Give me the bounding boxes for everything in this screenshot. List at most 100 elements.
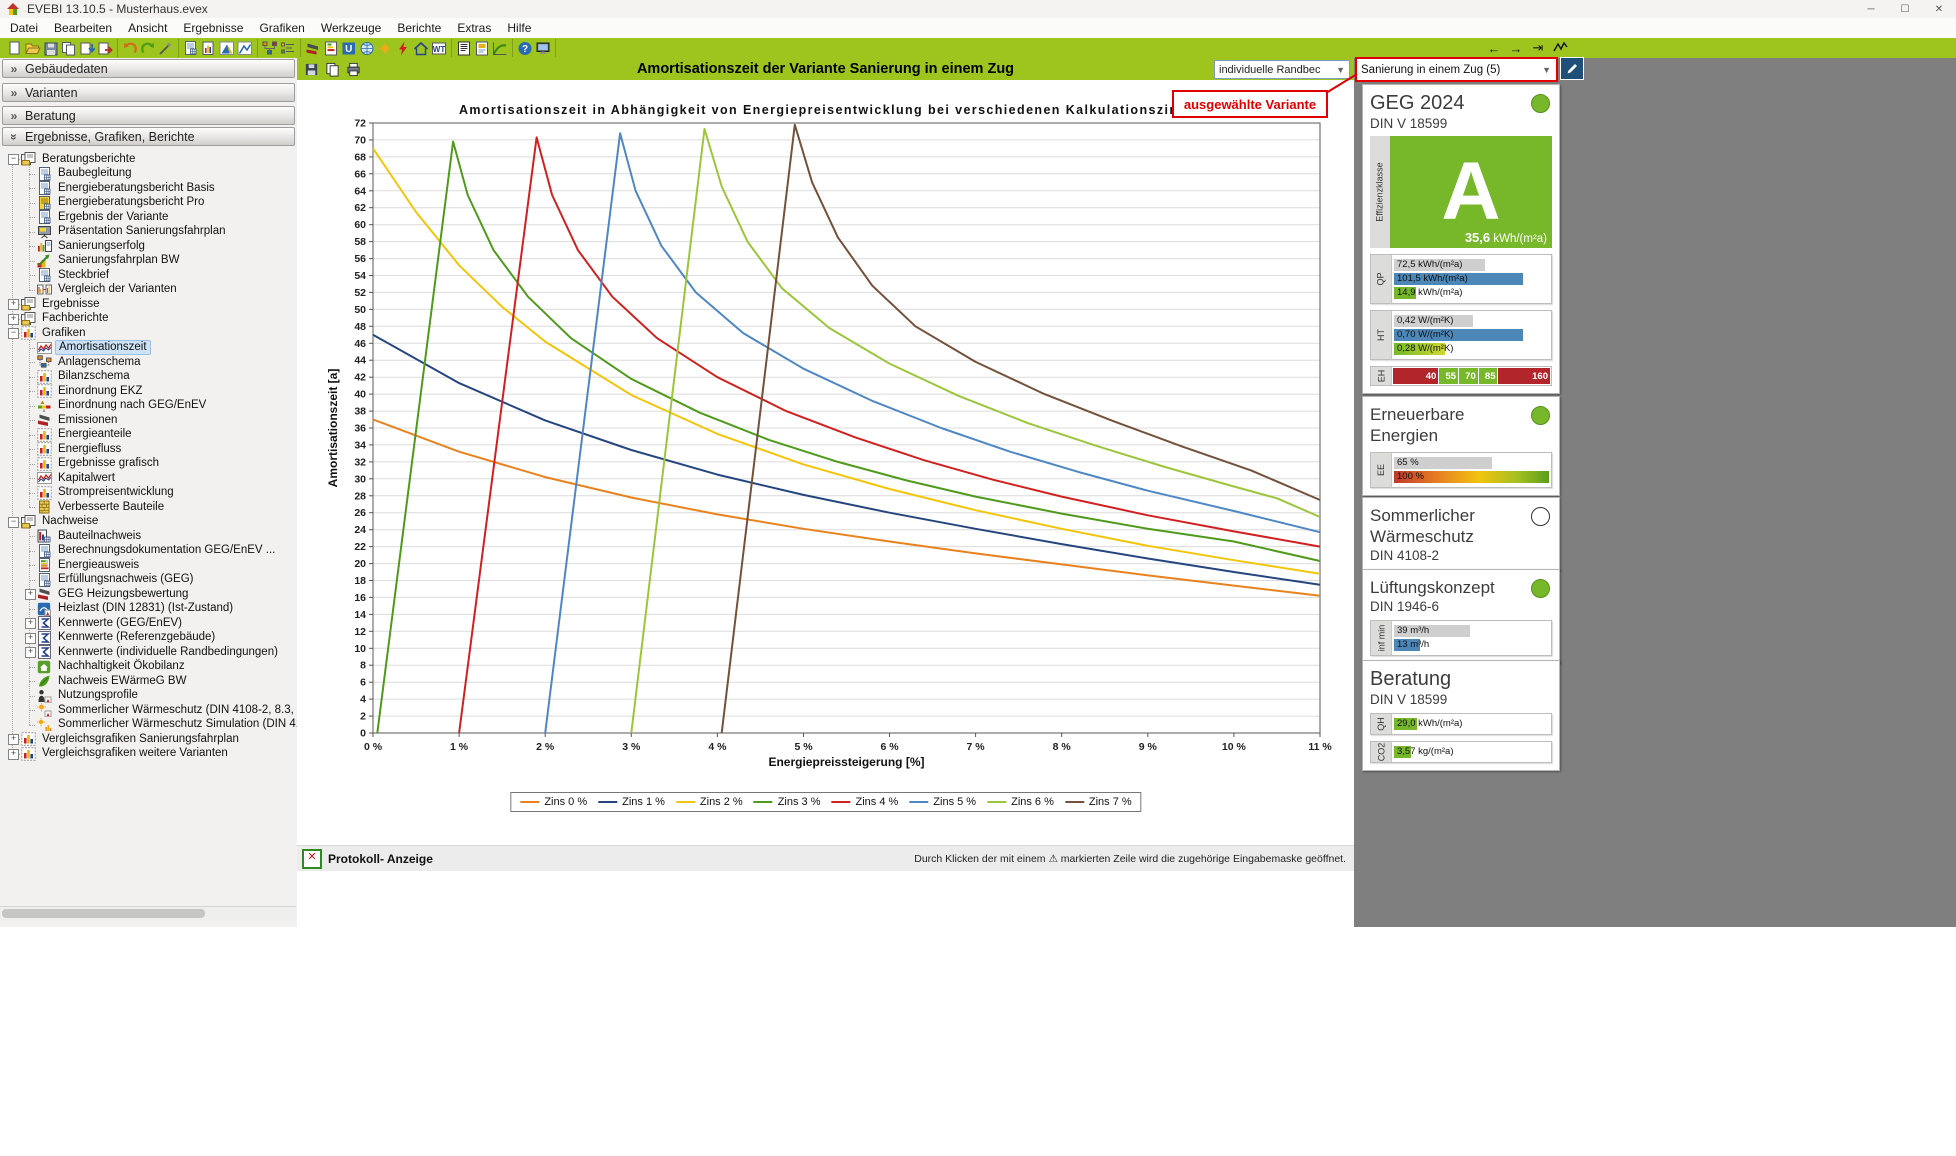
- tree-item[interactable]: Verbesserte Bauteile: [0, 500, 297, 515]
- back-arrow-icon[interactable]: ←: [1486, 41, 1502, 56]
- solar-icon[interactable]: [376, 40, 394, 57]
- structure-list-icon[interactable]: [279, 40, 297, 57]
- open-folder-icon[interactable]: [24, 40, 42, 57]
- expand-plus-icon[interactable]: +: [8, 299, 19, 310]
- menu-item-hilfe[interactable]: Hilfe: [499, 19, 539, 37]
- minimize-button[interactable]: ─: [1854, 0, 1888, 18]
- sidebar-section-ergebnisse-grafiken-berichte[interactable]: »Ergebnisse, Grafiken, Berichte: [2, 127, 295, 146]
- monitor-icon[interactable]: [534, 40, 552, 57]
- scrollbar-thumb[interactable]: [2, 909, 205, 918]
- energy-certificate-icon[interactable]: [322, 40, 340, 57]
- jump-arrow-icon[interactable]: ⇥: [1530, 40, 1546, 56]
- menu-item-extras[interactable]: Extras: [449, 19, 499, 37]
- heat-bridge-icon[interactable]: WT: [430, 40, 448, 57]
- tree-item[interactable]: Emissionen: [0, 413, 297, 428]
- tree-item[interactable]: Kapitalwert: [0, 471, 297, 486]
- undo-icon[interactable]: [121, 40, 139, 57]
- report-document-icon[interactable]: [182, 40, 200, 57]
- expand-plus-icon[interactable]: +: [25, 647, 36, 658]
- chart-blue-icon[interactable]: [218, 40, 236, 57]
- tree-item[interactable]: Ergebnis der Variante: [0, 210, 297, 225]
- curve-icon[interactable]: [1552, 41, 1568, 56]
- tree-item[interactable]: Bilanzschema: [0, 370, 297, 385]
- protocol-document-icon[interactable]: [455, 40, 473, 57]
- tree-item[interactable]: Sanierungserfolg: [0, 239, 297, 254]
- sidebar-section-varianten[interactable]: »Varianten: [2, 83, 295, 102]
- tree-item[interactable]: Baubegleitung: [0, 167, 297, 182]
- colored-document-icon[interactable]: [473, 40, 491, 57]
- emissions-icon[interactable]: [304, 40, 322, 57]
- tree-item[interactable]: Bauteilnachweis: [0, 529, 297, 544]
- save-copy-icon[interactable]: [60, 40, 78, 57]
- tree-item[interactable]: Anlagenschema: [0, 355, 297, 370]
- tree-item[interactable]: +Kennwerte (individuelle Randbedingungen…: [0, 645, 297, 660]
- tree-item[interactable]: −Nachweise: [0, 515, 297, 530]
- tree-item[interactable]: +Vergleichsgrafiken weitere Varianten: [0, 747, 297, 762]
- report-chart-icon[interactable]: [200, 40, 218, 57]
- heating-icon[interactable]: [394, 40, 412, 57]
- tree-item[interactable]: +Ergebnisse: [0, 297, 297, 312]
- tree-item[interactable]: Energieausweis: [0, 558, 297, 573]
- tree-item[interactable]: Vergleich der Varianten: [0, 283, 297, 298]
- collapse-minus-icon[interactable]: −: [8, 517, 19, 528]
- tree-item[interactable]: Sommerlicher Wärmeschutz (DIN 4108-2, 8.…: [0, 703, 297, 718]
- menu-item-datei[interactable]: Datei: [2, 19, 46, 37]
- expand-plus-icon[interactable]: +: [8, 734, 19, 745]
- save-icon[interactable]: [42, 40, 60, 57]
- variant-dropdown[interactable]: Sanierung in einem Zug (5) ▼: [1357, 61, 1556, 78]
- tree-item[interactable]: +Vergleichsgrafiken Sanierungsfahrplan: [0, 732, 297, 747]
- menu-item-werkzeuge[interactable]: Werkzeuge: [313, 19, 389, 37]
- menu-item-ergebnisse[interactable]: Ergebnisse: [175, 19, 251, 37]
- building-icon[interactable]: [412, 40, 430, 57]
- tree-item[interactable]: Präsentation Sanierungsfahrplan: [0, 225, 297, 240]
- tree-item[interactable]: Berechnungsdokumentation GEG/EnEV ...: [0, 544, 297, 559]
- u-value-icon[interactable]: U: [340, 40, 358, 57]
- web-globe-icon[interactable]: [358, 40, 376, 57]
- menu-item-ansicht[interactable]: Ansicht: [120, 19, 175, 37]
- edit-variant-button[interactable]: [1560, 57, 1584, 80]
- export-icon[interactable]: [96, 40, 114, 57]
- tree-item[interactable]: Energieanteile: [0, 428, 297, 443]
- sidebar-section-geb-udedaten[interactable]: »Gebäudedaten: [2, 59, 295, 78]
- menu-item-bearbeiten[interactable]: Bearbeiten: [46, 19, 120, 37]
- tree-item-selected[interactable]: Amortisationszeit: [0, 341, 297, 356]
- result-chart-icon[interactable]: [491, 40, 509, 57]
- expand-plus-icon[interactable]: +: [25, 589, 36, 600]
- tree-item[interactable]: Nachhaltigkeit Ökobilanz: [0, 660, 297, 675]
- expand-plus-icon[interactable]: +: [8, 749, 19, 760]
- chart-view-icon[interactable]: [236, 40, 254, 57]
- expand-plus-icon[interactable]: +: [25, 618, 36, 629]
- hierarchy-icon[interactable]: [261, 40, 279, 57]
- expand-plus-icon[interactable]: +: [25, 633, 36, 644]
- maximize-button[interactable]: ☐: [1888, 0, 1922, 18]
- magic-wand-icon[interactable]: [157, 40, 175, 57]
- tree-item[interactable]: Strompreisentwicklung: [0, 486, 297, 501]
- expand-plus-icon[interactable]: +: [8, 314, 19, 325]
- sidebar-horizontal-scrollbar[interactable]: [0, 906, 296, 920]
- tree-item[interactable]: Ergebnisse grafisch: [0, 457, 297, 472]
- randbedingungen-dropdown[interactable]: individuelle Randbec ▼: [1214, 60, 1350, 79]
- redo-icon[interactable]: [139, 40, 157, 57]
- tree-item[interactable]: Heizlast (DIN 12831) (Ist-Zustand): [0, 602, 297, 617]
- tree-item[interactable]: Nachweis EWärmeG BW: [0, 674, 297, 689]
- collapse-minus-icon[interactable]: −: [8, 328, 19, 339]
- forward-arrow-icon[interactable]: →: [1508, 41, 1524, 56]
- tree-item[interactable]: Energiefluss: [0, 442, 297, 457]
- close-button[interactable]: ✕: [1922, 0, 1956, 18]
- new-document-icon[interactable]: [6, 40, 24, 57]
- collapse-minus-icon[interactable]: −: [8, 154, 19, 165]
- tree-item[interactable]: Energieberatungsbericht Basis: [0, 181, 297, 196]
- menu-item-grafiken[interactable]: Grafiken: [251, 19, 312, 37]
- close-protocol-icon[interactable]: ✕: [302, 849, 322, 869]
- tree-item[interactable]: −Beratungsberichte: [0, 152, 297, 167]
- menu-item-berichte[interactable]: Berichte: [389, 19, 449, 37]
- tree-item[interactable]: Erfüllungsnachweis (GEG): [0, 573, 297, 588]
- import-icon[interactable]: [78, 40, 96, 57]
- tree-item[interactable]: Einordnung EKZ: [0, 384, 297, 399]
- tree-item[interactable]: Energieberatungsbericht Pro: [0, 196, 297, 211]
- sidebar-section-beratung[interactable]: »Beratung: [2, 106, 295, 125]
- help-icon[interactable]: ?: [516, 40, 534, 57]
- tree-item[interactable]: Einordnung nach GEG/EnEV: [0, 399, 297, 414]
- tree-item[interactable]: Nutzungsprofile: [0, 689, 297, 704]
- tree-item[interactable]: +Fachberichte: [0, 312, 297, 327]
